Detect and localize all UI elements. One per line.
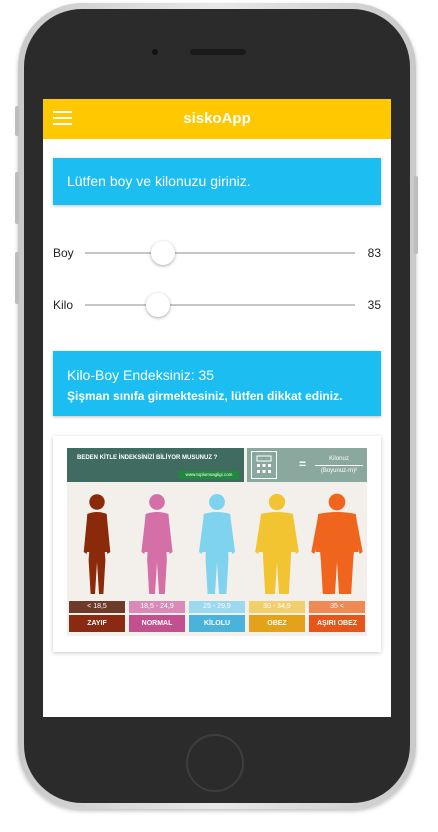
weight-value: 35 [367, 298, 381, 312]
height-label: Boy [53, 246, 74, 260]
body-figure-icon [129, 490, 185, 598]
formula-divider [315, 465, 363, 466]
earpiece-speaker [190, 49, 246, 55]
weight-slider-track[interactable] [85, 293, 355, 317]
home-button[interactable] [186, 734, 244, 792]
body-figure-icon [189, 490, 245, 598]
bmi-category-label: OBEZ [249, 615, 305, 632]
height-slider-row: Boy 83 [53, 238, 381, 268]
body-figure-icon [249, 490, 305, 598]
body-figure-icon [309, 490, 365, 598]
silent-switch [15, 106, 19, 136]
prompt-text: Lütfen boy ve kilonuzu giriniz. [67, 173, 251, 189]
height-slider-thumb[interactable] [151, 241, 176, 265]
app-screen: siskoApp Lütfen boy ve kilonuzu giriniz.… [43, 99, 391, 717]
height-value: 83 [367, 246, 381, 260]
app-bar: siskoApp [43, 99, 391, 139]
bmi-result-title: Kilo-Boy Endeksiniz: 35 [67, 367, 215, 383]
formula-numerator: Kilonuz [329, 456, 349, 462]
result-card: Kilo-Boy Endeksiniz: 35 Şişman sınıfa gi… [53, 351, 381, 416]
body-figure-icon [69, 490, 125, 598]
weight-label: Kilo [53, 298, 74, 312]
weight-slider-thumb[interactable] [145, 293, 170, 317]
calculator-icon [251, 451, 277, 479]
infographic-title: BEDEN KİTLE İNDEKSİNİZİ BİLİYOR MUSUNUZ … [77, 455, 218, 461]
equals-sign: = [299, 457, 307, 471]
app-title: siskoApp [183, 110, 251, 127]
bmi-category-label: ZAYIF [69, 615, 125, 632]
bmi-category-label: NORMAL [129, 615, 185, 632]
prompt-card: Lütfen boy ve kilonuzu giriniz. [53, 158, 381, 205]
bmi-infographic: BEDEN KİTLE İNDEKSİNİZİ BİLİYOR MUSUNUZ … [67, 448, 367, 636]
front-camera [152, 49, 158, 55]
formula-denominator: (Boyunuz-m)² [320, 468, 358, 474]
weight-slider-row: Kilo 35 [53, 290, 381, 320]
height-slider-track[interactable] [85, 241, 355, 265]
infographic-site: www.toplumsagligi.com [179, 471, 239, 479]
volume-down-button [15, 252, 19, 304]
bmi-result-message: Şişman sınıfa girmektesiniz, lütfen dikk… [67, 389, 343, 403]
bmi-range-label: 35 < [309, 601, 365, 613]
bmi-chart-card: BEDEN KİTLE İNDEKSİNİZİ BİLİYOR MUSUNUZ … [53, 436, 381, 652]
bmi-range-label: < 18,5 [69, 601, 125, 613]
infographic-header: BEDEN KİTLE İNDEKSİNİZİ BİLİYOR MUSUNUZ … [67, 448, 244, 482]
bmi-category-label: KİLOLU [189, 615, 245, 632]
bmi-range-label: 18,5 - 24,9 [129, 601, 185, 613]
volume-up-button [15, 172, 19, 224]
bmi-range-label: 25 - 29,9 [189, 601, 245, 613]
power-button [414, 176, 418, 254]
bmi-range-label: 30 - 34,9 [249, 601, 305, 613]
bmi-category-label: AŞIRI OBEZ [309, 615, 365, 632]
